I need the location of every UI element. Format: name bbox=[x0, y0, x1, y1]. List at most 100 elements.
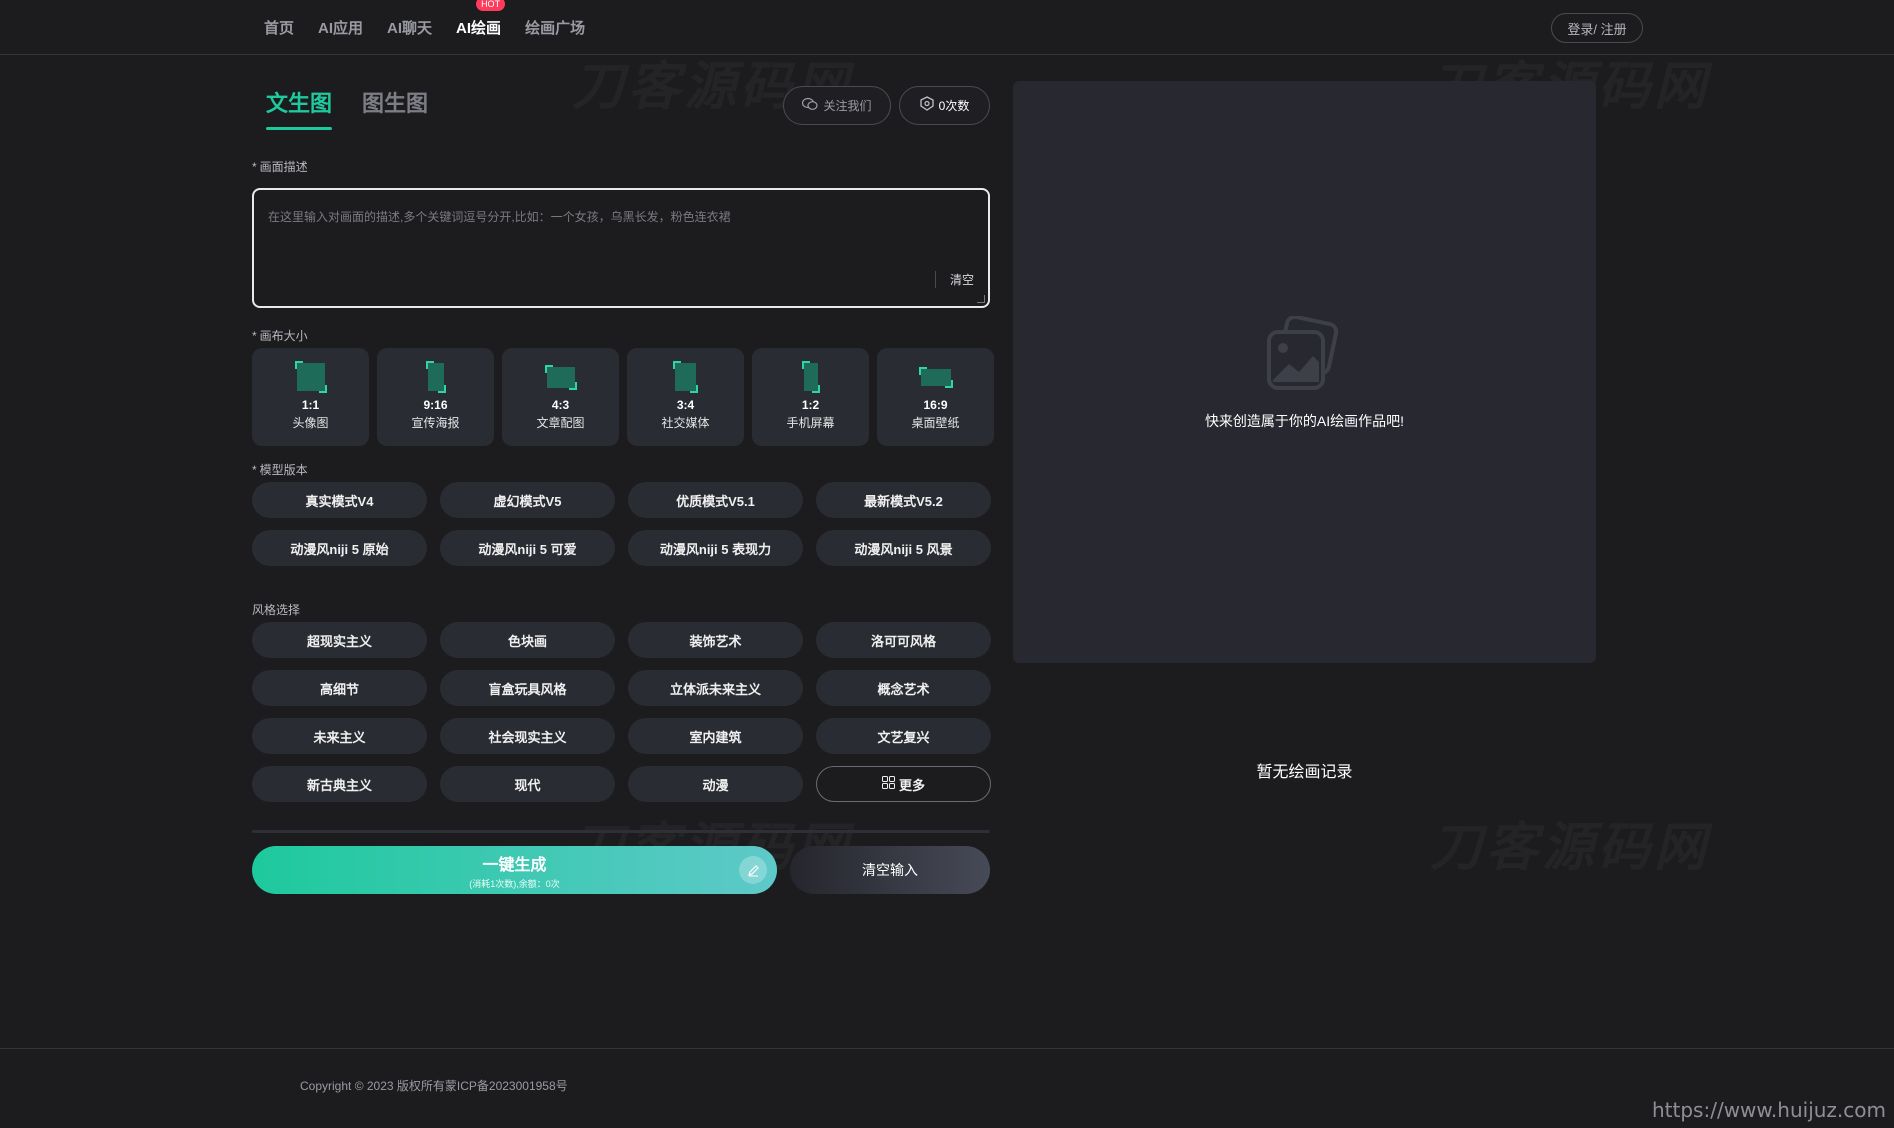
model-option[interactable]: 动漫风niji 5 原始 bbox=[252, 530, 427, 566]
model-option[interactable]: 最新模式V5.2 bbox=[816, 482, 991, 518]
nav-item-ai-chat[interactable]: AI聊天 bbox=[387, 17, 432, 38]
style-options: 超现实主义 色块画 装饰艺术 洛可可风格 高细节 盲盒玩具风格 立体派未来主义 … bbox=[252, 622, 991, 802]
prompt-section-label: * 画面描述 bbox=[252, 160, 308, 174]
preview-hint: 快来创造属于你的AI绘画作品吧! bbox=[1204, 413, 1405, 429]
ratio-icon bbox=[673, 361, 698, 393]
nav-label: AI绘画 bbox=[456, 20, 502, 37]
nav-label: AI聊天 bbox=[387, 20, 433, 37]
grid-icon bbox=[881, 776, 895, 792]
size-ratio: 4:3 bbox=[551, 398, 570, 412]
style-option[interactable]: 装饰艺术 bbox=[628, 622, 803, 658]
clear-input-button[interactable]: 清空输入 bbox=[790, 846, 990, 894]
size-name: 文章配图 bbox=[536, 416, 585, 430]
preview-panel: 快来创造属于你的AI绘画作品吧! bbox=[1013, 81, 1596, 663]
login-register-button[interactable]: 登录/ 注册 bbox=[1551, 13, 1643, 43]
usage-count-button[interactable]: 0次数 bbox=[899, 86, 990, 125]
size-ratio: 1:2 bbox=[801, 398, 820, 412]
nav-item-ai-drawing[interactable]: AI绘画 HOT bbox=[456, 0, 506, 38]
nav-label: 绘画广场 bbox=[525, 20, 586, 37]
prompt-box: 清空 bbox=[252, 188, 990, 308]
style-option[interactable]: 概念艺术 bbox=[816, 670, 991, 706]
pen-icon bbox=[739, 856, 767, 884]
model-option[interactable]: 动漫风niji 5 可爱 bbox=[440, 530, 615, 566]
model-option[interactable]: 真实模式V4 bbox=[252, 482, 427, 518]
style-option[interactable]: 室内建筑 bbox=[628, 718, 803, 754]
size-name: 宣传海报 bbox=[411, 416, 460, 430]
size-option-16-9[interactable]: 16:9 桌面壁纸 bbox=[877, 348, 994, 446]
ratio-icon bbox=[918, 362, 953, 392]
style-option[interactable]: 高细节 bbox=[252, 670, 427, 706]
hot-badge: HOT bbox=[476, 0, 506, 11]
style-option[interactable]: 洛可可风格 bbox=[816, 622, 991, 658]
main-nav: 首页 AI应用 AI聊天 AI绘画 HOT 绘画广场 bbox=[264, 0, 609, 55]
size-name: 头像图 bbox=[292, 416, 329, 430]
watermark-text: 刀客源码网 bbox=[1430, 805, 1710, 880]
image-placeholder-icon bbox=[1261, 314, 1341, 401]
style-section-label: 风格选择 bbox=[252, 601, 300, 618]
generate-button[interactable]: 一键生成 (消耗1次数),余额：0次 bbox=[252, 846, 777, 894]
model-option[interactable]: 优质模式V5.1 bbox=[628, 482, 803, 518]
ratio-icon bbox=[425, 361, 446, 393]
tab-text-to-image[interactable]: 文生图 bbox=[266, 86, 333, 130]
model-section-label: * 模型版本 bbox=[252, 463, 308, 477]
canvas-size-options: 1:1 头像图 9:16 宣传海报 4:3 文章配图 3:4 社交媒体 1:2 … bbox=[252, 348, 994, 446]
site-url-watermark: https://www.huijuz.com bbox=[1652, 1098, 1886, 1122]
generate-label: 一键生成 bbox=[482, 856, 547, 874]
style-option[interactable]: 立体派未来主义 bbox=[628, 670, 803, 706]
style-option[interactable]: 现代 bbox=[440, 766, 615, 802]
follow-us-label: 关注我们 bbox=[823, 99, 872, 113]
ratio-icon bbox=[544, 362, 577, 392]
size-option-4-3[interactable]: 4:3 文章配图 bbox=[502, 348, 619, 446]
canvas-section-label: * 画布大小 bbox=[252, 329, 308, 343]
style-option[interactable]: 文艺复兴 bbox=[816, 718, 991, 754]
prompt-textarea[interactable] bbox=[268, 208, 948, 288]
size-option-1-1[interactable]: 1:1 头像图 bbox=[252, 348, 369, 446]
size-option-9-16[interactable]: 9:16 宣传海报 bbox=[377, 348, 494, 446]
follow-us-button[interactable]: 关注我们 bbox=[783, 86, 891, 125]
nav-label: 首页 bbox=[264, 20, 295, 37]
generate-cost-label: (消耗1次数),余额：0次 bbox=[469, 878, 560, 889]
size-name: 手机屏幕 bbox=[786, 416, 835, 430]
nav-item-ai-apps[interactable]: AI应用 bbox=[318, 17, 363, 38]
more-styles-label: 更多 bbox=[898, 777, 925, 793]
model-option[interactable]: 动漫风niji 5 表现力 bbox=[628, 530, 803, 566]
style-option[interactable]: 盲盒玩具风格 bbox=[440, 670, 615, 706]
nav-item-home[interactable]: 首页 bbox=[264, 17, 294, 38]
resize-handle[interactable] bbox=[977, 295, 985, 303]
no-record-text: 暂无绘画记录 bbox=[1256, 764, 1353, 781]
size-name: 社交媒体 bbox=[661, 416, 710, 430]
size-option-3-4[interactable]: 3:4 社交媒体 bbox=[627, 348, 744, 446]
nav-item-drawing-square[interactable]: 绘画广场 bbox=[525, 17, 585, 38]
size-ratio: 16:9 bbox=[923, 398, 948, 412]
style-option[interactable]: 色块画 bbox=[440, 622, 615, 658]
top-nav-bar: 首页 AI应用 AI聊天 AI绘画 HOT 绘画广场 登录/ 注册 bbox=[0, 0, 1894, 55]
nav-label: AI应用 bbox=[318, 20, 364, 37]
model-option[interactable]: 动漫风niji 5 风景 bbox=[816, 530, 991, 566]
size-option-1-2[interactable]: 1:2 手机屏幕 bbox=[752, 348, 869, 446]
clear-prompt-button[interactable]: 清空 bbox=[934, 271, 974, 288]
model-label-text: 模型版本 bbox=[259, 463, 308, 477]
copyright-text: Copyright © 2023 版权所有蒙ICP备2023001958号 bbox=[300, 1079, 568, 1093]
size-name: 桌面壁纸 bbox=[911, 416, 960, 430]
model-options: 真实模式V4 虚幻模式V5 优质模式V5.1 最新模式V5.2 动漫风niji … bbox=[252, 482, 991, 566]
size-ratio: 9:16 bbox=[423, 398, 448, 412]
style-label-text: 风格选择 bbox=[252, 603, 301, 617]
style-option[interactable]: 新古典主义 bbox=[252, 766, 427, 802]
style-option[interactable]: 社会现实主义 bbox=[440, 718, 615, 754]
style-option[interactable]: 未来主义 bbox=[252, 718, 427, 754]
size-ratio: 3:4 bbox=[676, 398, 695, 412]
tab-image-to-image[interactable]: 图生图 bbox=[362, 86, 428, 130]
footer: Copyright © 2023 版权所有蒙ICP备2023001958号 ht… bbox=[0, 1048, 1894, 1128]
ratio-icon bbox=[294, 361, 327, 393]
size-ratio: 1:1 bbox=[301, 398, 320, 412]
canvas-label-text: 画布大小 bbox=[259, 329, 308, 343]
model-option[interactable]: 虚幻模式V5 bbox=[440, 482, 615, 518]
shield-icon bbox=[920, 96, 934, 115]
usage-count-label: 0次数 bbox=[938, 99, 970, 113]
style-option[interactable]: 超现实主义 bbox=[252, 622, 427, 658]
prompt-label-text: 画面描述 bbox=[259, 160, 308, 174]
wechat-icon bbox=[802, 97, 819, 115]
section-divider bbox=[252, 830, 990, 833]
style-option[interactable]: 动漫 bbox=[628, 766, 803, 802]
more-styles-button[interactable]: 更多 bbox=[816, 766, 991, 802]
